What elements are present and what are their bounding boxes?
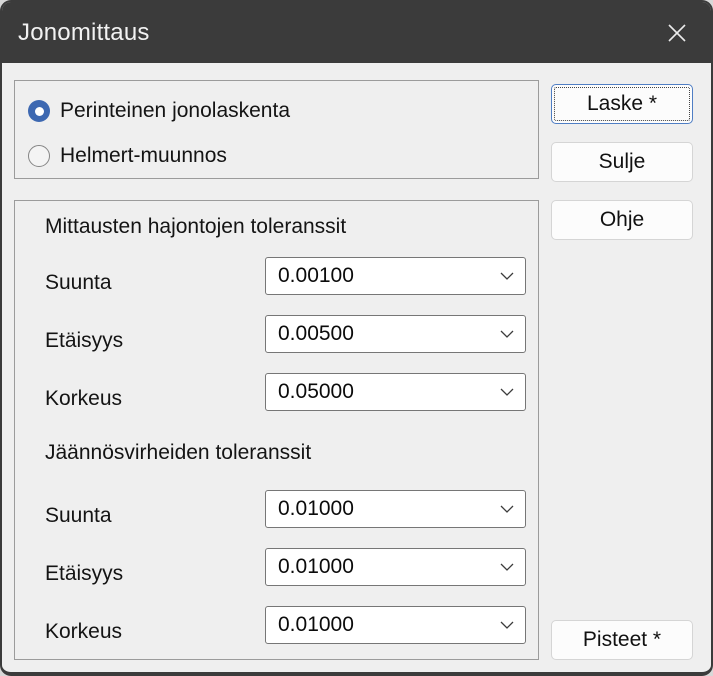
label-suunta-2: Suunta [45,504,112,528]
radio-unselected-icon [28,145,50,167]
combo-korkeus-jaannos[interactable]: 0.01000 [265,606,526,644]
chevron-down-icon [500,563,514,571]
combo-suunta-jaannos[interactable]: 0.01000 [265,490,526,528]
section-heading-jaannosvirheet: Jäännösvirheiden toleranssit [45,441,311,465]
chevron-down-icon [500,272,514,280]
jonomittaus-dialog: Jonomittaus Perinteinen jonolaskenta Hel… [0,0,713,676]
radio-label: Perinteinen jonolaskenta [60,99,290,123]
combo-suunta-hajonta[interactable]: 0.00100 [265,257,526,295]
window-title: Jonomittaus [2,19,150,47]
chevron-down-icon [500,621,514,629]
titlebar[interactable]: Jonomittaus [2,2,711,63]
close-icon [664,20,690,46]
combo-value: 0.01000 [278,497,354,521]
label-etaisyys-2: Etäisyys [45,562,123,586]
close-button[interactable] [651,12,703,54]
label-korkeus-1: Korkeus [45,387,122,411]
chevron-down-icon [500,330,514,338]
ohje-button[interactable]: Ohje [551,200,693,240]
laske-button[interactable]: Laske * [551,84,693,124]
combo-value: 0.00500 [278,322,354,346]
radio-label: Helmert-muunnos [60,144,227,168]
radio-helmert-muunnos[interactable]: Helmert-muunnos [28,144,227,168]
label-korkeus-2: Korkeus [45,620,122,644]
chevron-down-icon [500,388,514,396]
combo-value: 0.01000 [278,555,354,579]
section-heading-hajonnat: Mittausten hajontojen toleranssit [45,215,346,239]
combo-etaisyys-jaannos[interactable]: 0.01000 [265,548,526,586]
chevron-down-icon [500,505,514,513]
combo-value: 0.00100 [278,264,354,288]
label-suunta-1: Suunta [45,271,112,295]
combo-korkeus-hajonta[interactable]: 0.05000 [265,373,526,411]
combo-value: 0.05000 [278,380,354,404]
combo-etaisyys-hajonta[interactable]: 0.00500 [265,315,526,353]
sulje-button[interactable]: Sulje [551,142,693,182]
radio-selected-icon [28,100,50,122]
radio-perinteinen-jonolaskenta[interactable]: Perinteinen jonolaskenta [28,99,290,123]
label-etaisyys-1: Etäisyys [45,329,123,353]
tolerances-group: Mittausten hajontojen toleranssit Suunta… [14,200,539,660]
pisteet-button[interactable]: Pisteet * [551,620,693,660]
combo-value: 0.01000 [278,613,354,637]
